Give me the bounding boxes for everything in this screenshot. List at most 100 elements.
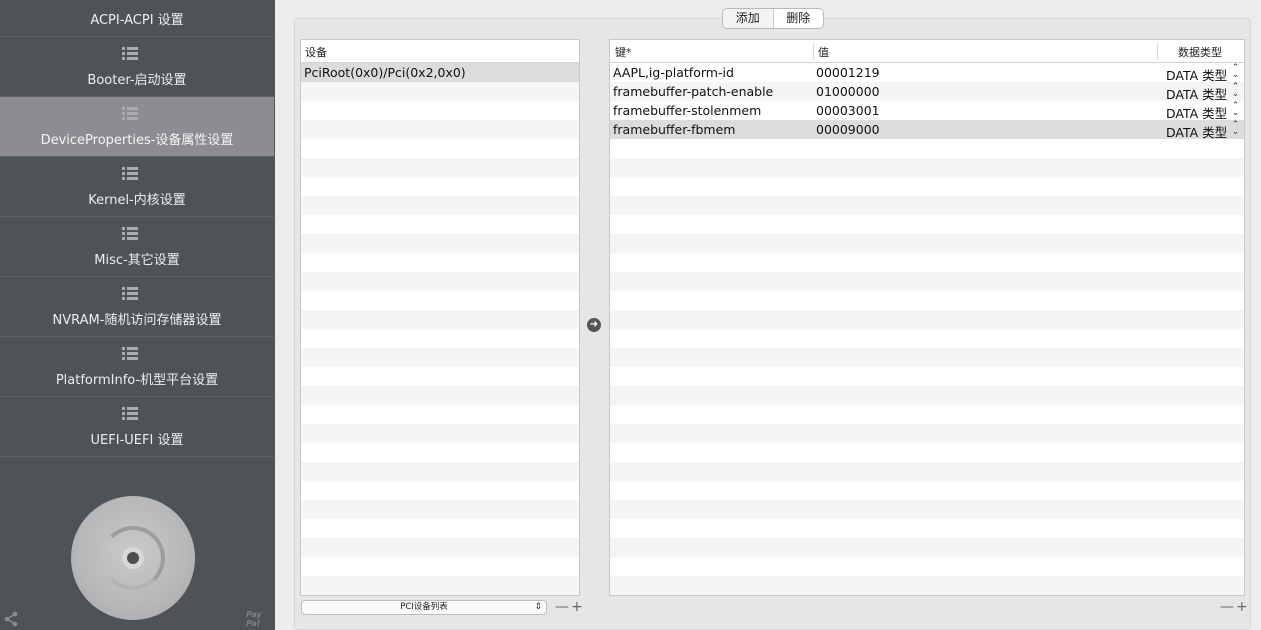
- sidebar-item-deviceproperties[interactable]: DeviceProperties-设备属性设置: [0, 97, 274, 157]
- paypal-link[interactable]: Pay Pal: [246, 610, 262, 628]
- empty-row: [610, 234, 1244, 253]
- device-add-remove: —+: [555, 599, 585, 615]
- arrow-right-icon[interactable]: ➜: [587, 318, 601, 332]
- empty-row: [610, 348, 1244, 367]
- list-icon: [122, 167, 138, 181]
- empty-row: [610, 310, 1244, 329]
- updown-chevron-icon: ⇕: [534, 602, 542, 612]
- column-header-device[interactable]: 设备: [305, 44, 327, 60]
- empty-row: [610, 272, 1244, 291]
- property-value[interactable]: 00001219: [816, 65, 880, 80]
- pci-device-list-popup[interactable]: PCI设备列表 ⇕: [301, 600, 547, 615]
- empty-row: [610, 196, 1244, 215]
- add-property-button[interactable]: +: [1236, 599, 1250, 615]
- paypal-line2: Pal: [246, 619, 260, 628]
- table-row[interactable]: PciRoot(0x0)/Pci(0x2,0x0): [301, 63, 579, 82]
- property-key[interactable]: AAPL,ig-platform-id: [613, 65, 734, 80]
- empty-row: [610, 386, 1244, 405]
- empty-row: [301, 253, 579, 272]
- empty-row: [301, 82, 579, 101]
- column-header-value[interactable]: 值: [818, 44, 829, 60]
- properties-table-header: 键* 值 数据类型: [610, 40, 1244, 63]
- property-key[interactable]: framebuffer-stolenmem: [613, 103, 761, 118]
- share-icon[interactable]: [3, 611, 19, 627]
- list-icon: [122, 407, 138, 421]
- table-row[interactable]: AAPL,ig-platform-id 00001219 DATA 类型 ⌃ ⌄: [610, 63, 1244, 84]
- empty-row: [610, 576, 1244, 595]
- empty-row: [301, 310, 579, 329]
- empty-row: [301, 386, 579, 405]
- empty-row: [301, 519, 579, 538]
- device-table: 设备 PciRoot(0x0)/Pci(0x2,0x0): [300, 39, 580, 596]
- sidebar-item-nvram[interactable]: NVRAM-随机访问存储器设置: [0, 277, 274, 337]
- column-header-type[interactable]: 数据类型: [1178, 44, 1222, 60]
- app-logo: [71, 496, 195, 620]
- sidebar-item-label: ACPI-ACPI 设置: [90, 13, 184, 28]
- property-add-remove: —+: [1220, 599, 1250, 615]
- sidebar-item-acpi[interactable]: ACPI-ACPI 设置: [0, 0, 274, 37]
- delete-button[interactable]: 删除: [774, 9, 824, 28]
- sidebar-item-uefi[interactable]: UEFI-UEFI 设置: [0, 397, 274, 457]
- remove-property-button[interactable]: —: [1220, 599, 1236, 615]
- empty-row: [301, 500, 579, 519]
- add-button[interactable]: 添加: [723, 9, 774, 28]
- list-icon: [122, 107, 138, 121]
- property-key[interactable]: framebuffer-fbmem: [613, 122, 735, 137]
- empty-row: [301, 481, 579, 500]
- empty-row: [610, 538, 1244, 557]
- device-path: PciRoot(0x0)/Pci(0x2,0x0): [304, 65, 466, 80]
- sidebar-item-booter[interactable]: Booter-启动设置: [0, 37, 274, 97]
- empty-row: [301, 272, 579, 291]
- empty-row: [610, 424, 1244, 443]
- column-header-key[interactable]: 键*: [615, 44, 632, 60]
- sidebar-item-label: Kernel-内核设置: [88, 193, 186, 208]
- empty-row: [301, 120, 579, 139]
- property-value[interactable]: 00009000: [816, 122, 880, 137]
- empty-row: [301, 367, 579, 386]
- empty-row: [301, 101, 579, 120]
- add-delete-control: 添加 删除: [722, 8, 824, 29]
- sidebar-item-platforminfo[interactable]: PlatformInfo-机型平台设置: [0, 337, 274, 397]
- empty-row: [301, 348, 579, 367]
- sidebar: ACPI-ACPI 设置 Booter-启动设置 DevicePropertie…: [0, 0, 275, 630]
- sidebar-item-misc[interactable]: Misc-其它设置: [0, 217, 274, 277]
- list-icon: [122, 0, 138, 1]
- column-divider[interactable]: [1157, 43, 1158, 60]
- table-row[interactable]: framebuffer-patch-enable 01000000 DATA 类…: [610, 82, 1244, 102]
- empty-row: [301, 538, 579, 557]
- empty-row: [610, 367, 1244, 386]
- empty-row: [301, 329, 579, 348]
- updown-chevron-icon[interactable]: ⌃ ⌄: [1231, 121, 1240, 137]
- column-divider[interactable]: [813, 43, 814, 60]
- property-value[interactable]: 00003001: [816, 103, 880, 118]
- device-table-header: 设备: [301, 40, 579, 63]
- paypal-line1: Pay: [246, 610, 262, 619]
- logo-center-dot: [127, 552, 139, 564]
- empty-row: [610, 481, 1244, 500]
- empty-row: [610, 405, 1244, 424]
- sidebar-item-label: Booter-启动设置: [87, 73, 187, 88]
- updown-chevron-icon[interactable]: ⌃ ⌄: [1231, 83, 1240, 99]
- list-icon: [122, 227, 138, 241]
- property-rows: AAPL,ig-platform-id 00001219 DATA 类型 ⌃ ⌄ …: [610, 63, 1244, 595]
- list-icon: [122, 287, 138, 301]
- empty-row: [301, 139, 579, 158]
- empty-row: [301, 215, 579, 234]
- empty-row: [301, 576, 579, 595]
- empty-row: [301, 196, 579, 215]
- sidebar-item-kernel[interactable]: Kernel-内核设置: [0, 157, 274, 217]
- updown-chevron-icon[interactable]: ⌃ ⌄: [1231, 64, 1240, 80]
- table-row[interactable]: framebuffer-stolenmem 00003001 DATA 类型 ⌃…: [610, 101, 1244, 122]
- updown-chevron-icon[interactable]: ⌃ ⌄: [1231, 102, 1240, 118]
- empty-row: [610, 158, 1244, 177]
- add-device-button[interactable]: +: [571, 599, 585, 615]
- empty-row: [301, 462, 579, 481]
- property-value[interactable]: 01000000: [816, 84, 880, 99]
- empty-row: [610, 557, 1244, 576]
- table-row[interactable]: framebuffer-fbmem 00009000 DATA 类型 ⌃ ⌄: [610, 120, 1244, 140]
- property-key[interactable]: framebuffer-patch-enable: [613, 84, 773, 99]
- empty-row: [301, 405, 579, 424]
- remove-device-button[interactable]: —: [555, 599, 571, 615]
- empty-row: [610, 519, 1244, 538]
- empty-row: [301, 424, 579, 443]
